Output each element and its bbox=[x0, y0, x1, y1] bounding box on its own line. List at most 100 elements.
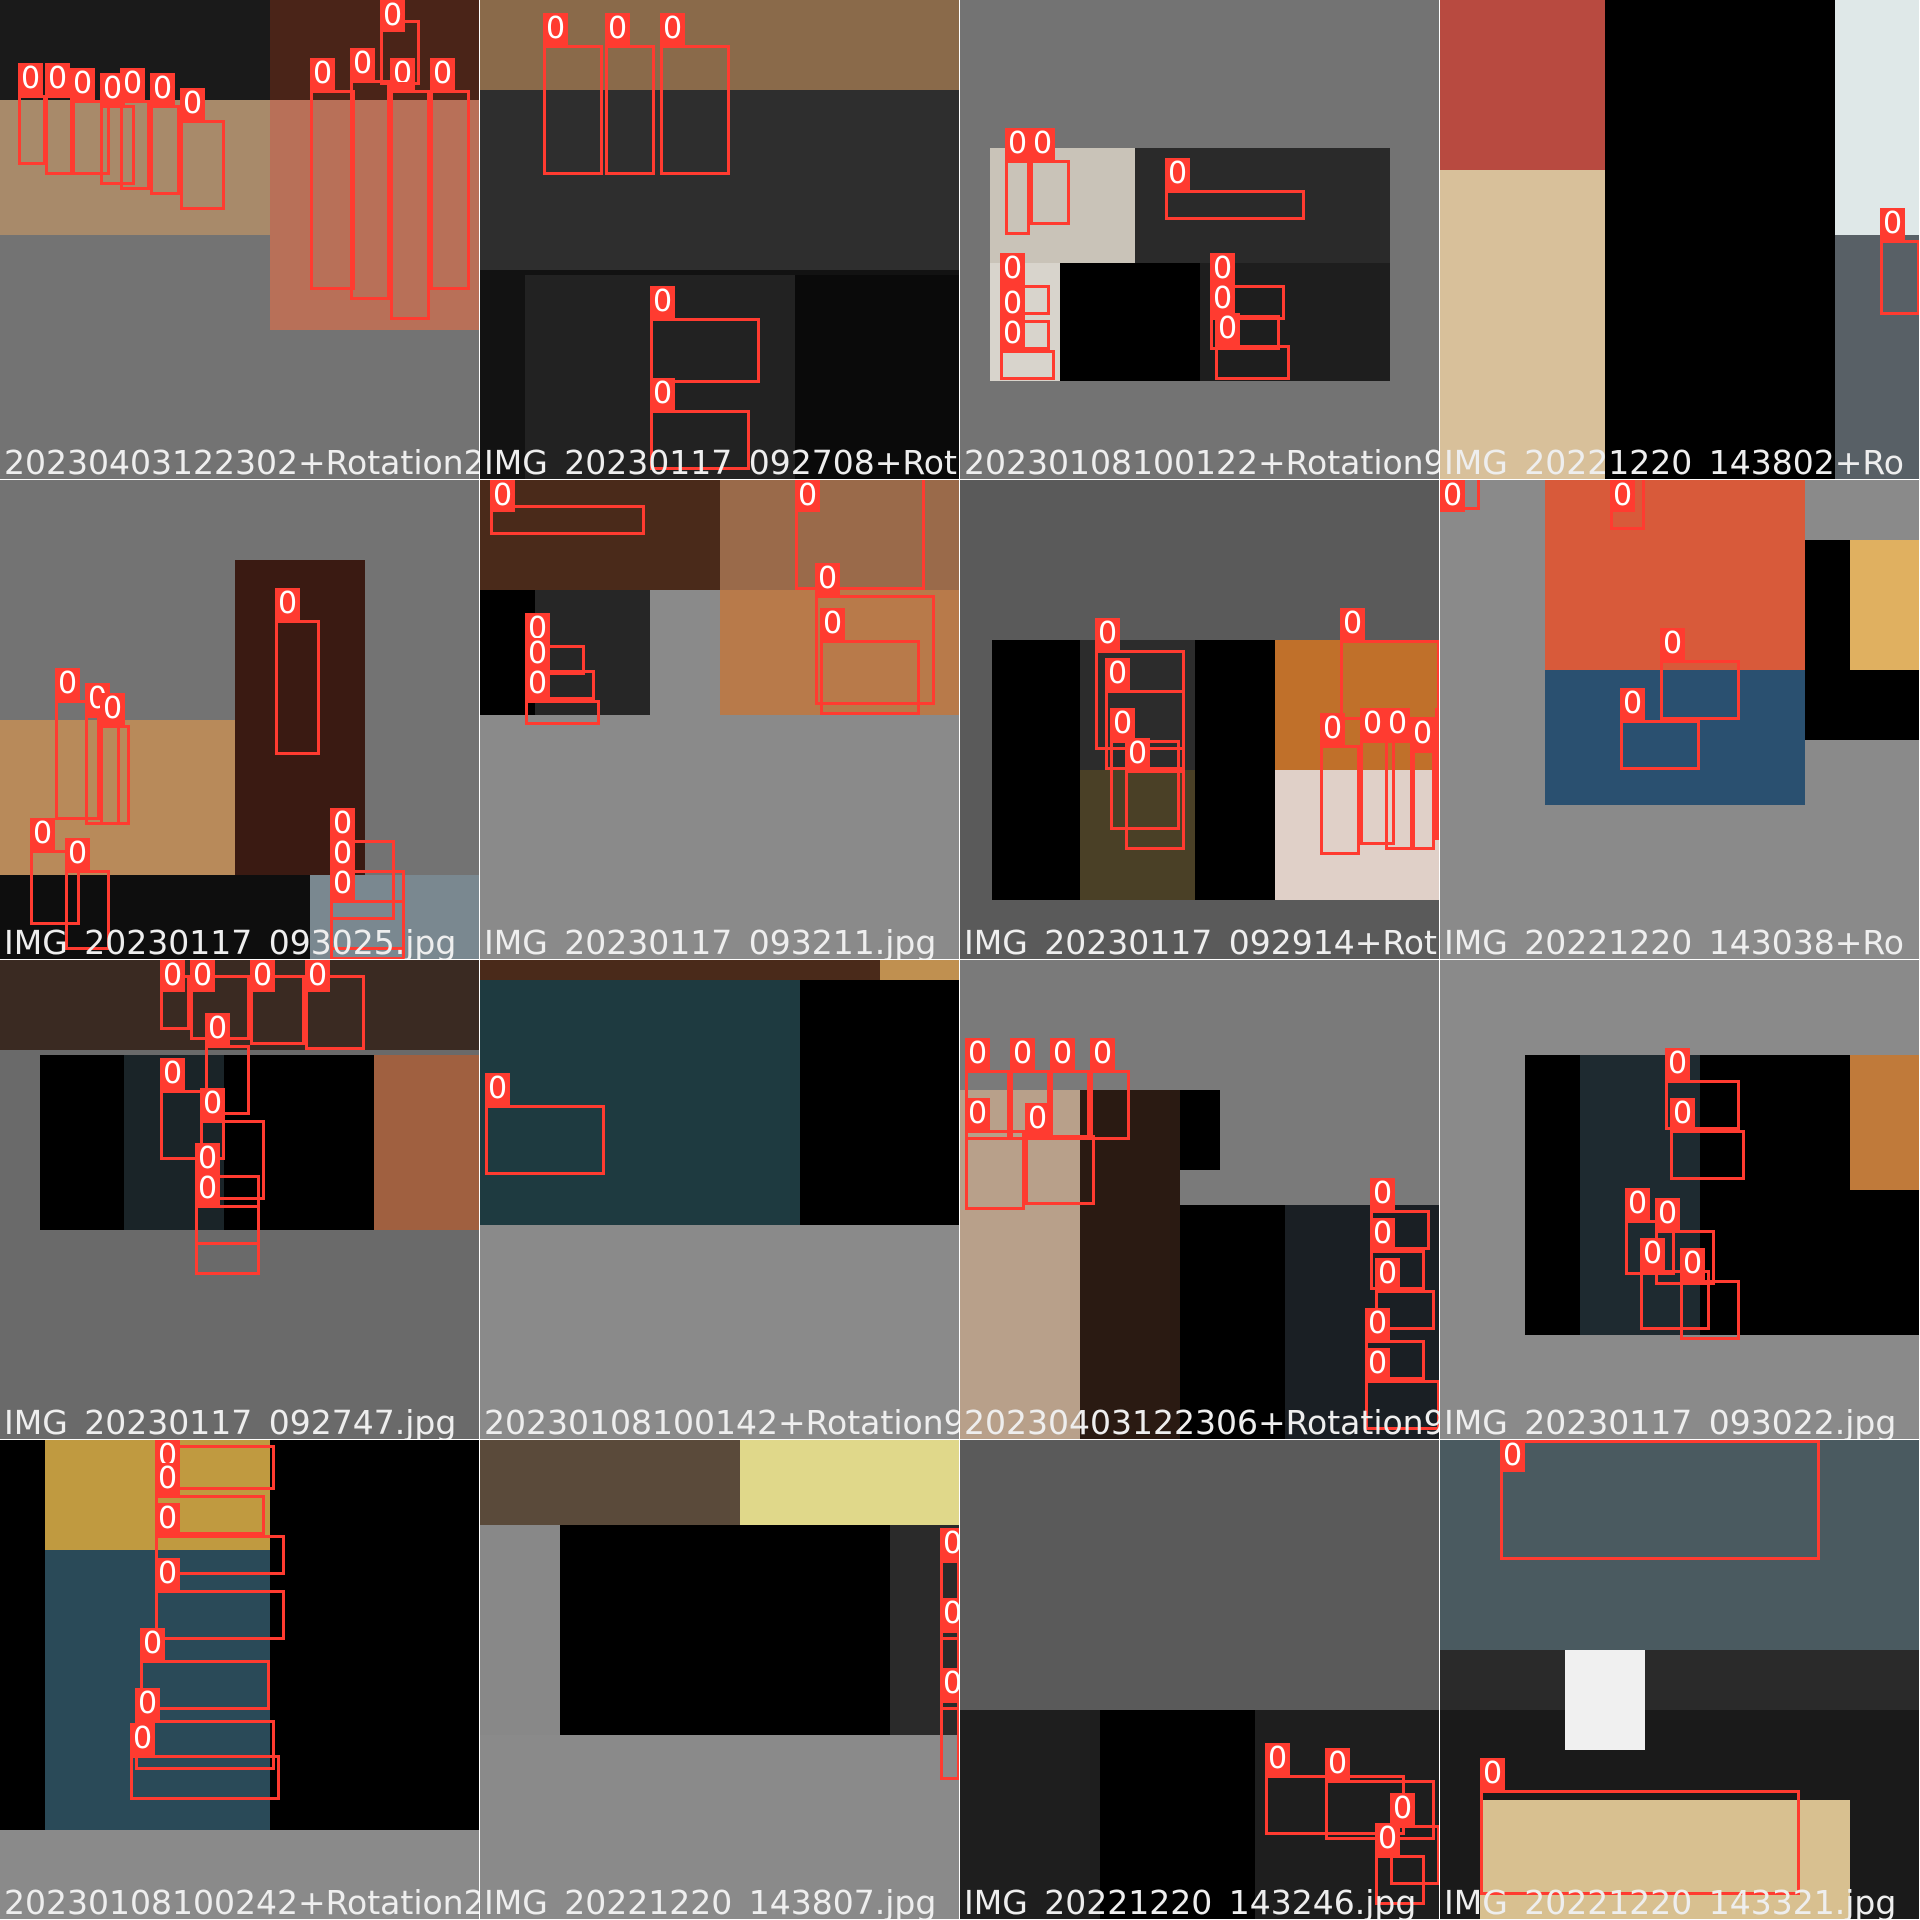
detection-box bbox=[650, 410, 750, 470]
detection-class-label: 0 bbox=[543, 13, 569, 45]
detection-class-label: 0 bbox=[160, 1058, 186, 1090]
image-patch bbox=[880, 960, 959, 980]
detection-class-label: 0 bbox=[605, 13, 631, 45]
detection-box bbox=[1500, 1440, 1820, 1560]
image-patch bbox=[1060, 263, 1200, 381]
detection-class-label: 0 bbox=[275, 588, 301, 620]
image-patch bbox=[1180, 1090, 1220, 1170]
detection-class-label: 0 bbox=[310, 58, 336, 90]
detection-box bbox=[1680, 1280, 1740, 1340]
detection-class-label: 0 bbox=[100, 693, 126, 725]
image-patch bbox=[992, 640, 1080, 900]
mosaic-tile: 000000000000 20230403122302+Rotation270.… bbox=[0, 0, 480, 480]
detection-box bbox=[1365, 1380, 1439, 1430]
detection-class-label: 0 bbox=[18, 63, 44, 95]
detection-box bbox=[1025, 1135, 1095, 1205]
detection-class-label: 0 bbox=[130, 1723, 156, 1755]
image-patch bbox=[1440, 170, 1605, 479]
tile-canvas: 000000000 bbox=[0, 960, 479, 1439]
mosaic-tile: 00000 IMG_20221220_143038+Ro bbox=[1440, 480, 1920, 960]
image-patch bbox=[480, 1525, 560, 1735]
detection-class-label: 0 bbox=[1680, 1248, 1706, 1280]
detection-class-label: 0 bbox=[1480, 1758, 1506, 1790]
detection-box bbox=[1125, 770, 1185, 850]
detection-class-label: 0 bbox=[1655, 1198, 1681, 1230]
detection-class-label: 0 bbox=[1265, 1743, 1291, 1775]
mosaic-tile: 0 IMG_20221220_143802+Ro bbox=[1440, 0, 1920, 480]
detection-class-label: 0 bbox=[1385, 708, 1411, 740]
detection-class-label: 0 bbox=[1010, 1038, 1036, 1070]
detection-box bbox=[820, 640, 920, 715]
detection-class-label: 0 bbox=[1325, 1748, 1351, 1780]
mosaic-tile: 0000 IMG_20221220_143246.jpg bbox=[960, 1440, 1440, 1920]
mosaic-tile: 0000000 20230108100242+Rotation270.jpg bbox=[0, 1440, 480, 1920]
detection-box bbox=[100, 725, 130, 825]
detection-class-label: 0 bbox=[155, 1463, 181, 1495]
image-patch bbox=[1835, 0, 1919, 235]
detection-box bbox=[130, 1755, 280, 1800]
mosaic-tile: 00 IMG_20221220_143321.jpg bbox=[1440, 1440, 1920, 1920]
detection-class-label: 0 bbox=[45, 63, 71, 95]
detection-class-label: 0 bbox=[1880, 208, 1906, 240]
detection-class-label: 0 bbox=[330, 868, 356, 900]
detection-box bbox=[195, 1205, 260, 1275]
detection-class-label: 0 bbox=[205, 1013, 231, 1045]
detection-class-label: 0 bbox=[1320, 713, 1346, 745]
detection-box bbox=[1005, 160, 1030, 235]
detection-class-label: 0 bbox=[1165, 158, 1191, 190]
detection-class-label: 0 bbox=[380, 0, 406, 32]
mosaic-tile: 00000 IMG_20230117_092708+Rotation270.jp… bbox=[480, 0, 960, 480]
detection-class-label: 0 bbox=[120, 68, 146, 100]
detection-class-label: 0 bbox=[155, 1503, 181, 1535]
detection-box bbox=[120, 100, 150, 190]
detection-box bbox=[1090, 1070, 1130, 1140]
image-patch bbox=[1100, 1710, 1255, 1919]
detection-class-label: 0 bbox=[195, 1173, 221, 1205]
detection-class-label: 0 bbox=[70, 68, 96, 100]
detection-box bbox=[1410, 750, 1435, 850]
detection-box bbox=[180, 120, 225, 210]
image-patch bbox=[270, 1440, 479, 1830]
tile-canvas: 0000000 bbox=[0, 1440, 479, 1919]
detection-class-label: 0 bbox=[140, 1628, 166, 1660]
detection-box bbox=[1215, 345, 1290, 380]
detection-class-label: 0 bbox=[965, 1098, 991, 1130]
mosaic-tile: 0000000000 IMG_20230117_092914+Rotation9… bbox=[960, 480, 1440, 960]
detection-class-label: 0 bbox=[30, 818, 56, 850]
detection-class-label: 0 bbox=[430, 58, 456, 90]
mosaic-tile: 0000000 IMG_20230117_093211.jpg bbox=[480, 480, 960, 960]
detection-class-label: 0 bbox=[1105, 658, 1131, 690]
detection-class-label: 0 bbox=[1665, 1048, 1691, 1080]
detection-box bbox=[660, 45, 730, 175]
image-patch bbox=[40, 1055, 124, 1230]
detection-class-label: 0 bbox=[1370, 1178, 1396, 1210]
detection-class-label: 0 bbox=[1050, 1038, 1076, 1070]
detection-box bbox=[1050, 1070, 1090, 1140]
image-patch bbox=[480, 980, 800, 1225]
detection-class-label: 0 bbox=[305, 960, 331, 992]
detection-class-label: 0 bbox=[1410, 718, 1436, 750]
detection-class-label: 0 bbox=[940, 1668, 959, 1700]
detection-box bbox=[310, 90, 355, 290]
detection-class-label: 0 bbox=[940, 1598, 959, 1630]
detection-class-label: 0 bbox=[160, 960, 186, 992]
mosaic-tile: 000000 IMG_20230117_093022.jpg bbox=[1440, 960, 1920, 1440]
detection-class-label: 0 bbox=[820, 608, 846, 640]
detection-class-label: 0 bbox=[1215, 313, 1241, 345]
detection-class-label: 0 bbox=[200, 1088, 226, 1120]
detection-class-label: 0 bbox=[1440, 480, 1466, 512]
mosaic-tile: 000000000 IMG_20230117_093025.jpg bbox=[0, 480, 480, 960]
detection-class-label: 0 bbox=[795, 480, 821, 512]
detection-box bbox=[330, 900, 405, 959]
detection-box bbox=[605, 45, 655, 175]
detection-box bbox=[525, 700, 600, 725]
detection-class-label: 0 bbox=[1000, 318, 1026, 350]
detection-class-label: 0 bbox=[525, 668, 551, 700]
image-patch bbox=[560, 1525, 890, 1735]
detection-class-label: 0 bbox=[1625, 1188, 1651, 1220]
detection-class-label: 0 bbox=[55, 668, 81, 700]
detection-box bbox=[1880, 240, 1919, 315]
detection-class-label: 0 bbox=[1025, 1103, 1051, 1135]
detection-box bbox=[430, 90, 470, 290]
detection-class-label: 0 bbox=[1090, 1038, 1116, 1070]
